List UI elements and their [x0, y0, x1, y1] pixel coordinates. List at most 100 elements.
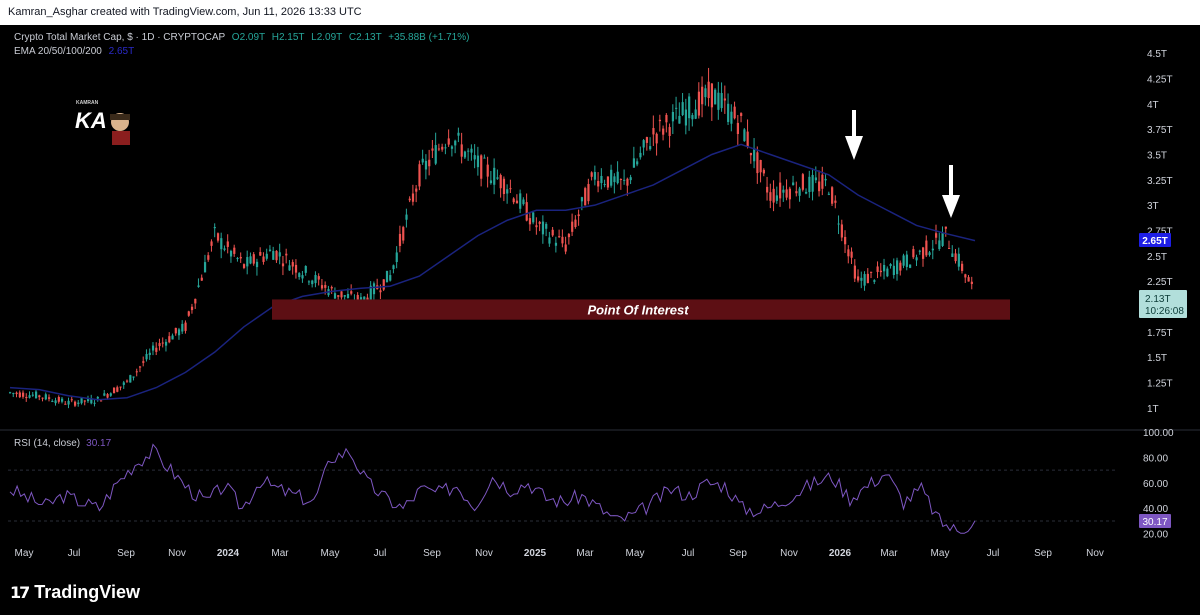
low-value: L2.09T	[311, 32, 343, 43]
candle-body	[125, 380, 129, 382]
y-tick-label: 4T	[1147, 100, 1159, 111]
candle-body	[447, 138, 450, 145]
candle-body	[515, 200, 519, 204]
candle-body	[970, 281, 973, 285]
candle-body	[632, 158, 636, 168]
candle-body	[220, 238, 223, 250]
candle-body	[405, 214, 408, 220]
rsi-line	[9, 443, 976, 534]
candle-body	[291, 262, 294, 267]
candle-body	[535, 225, 538, 228]
candle-body	[467, 150, 470, 152]
candle-body	[779, 182, 782, 199]
candle-body	[148, 352, 151, 355]
candle-body	[948, 247, 951, 249]
candle-body	[873, 280, 876, 282]
candle-body	[957, 253, 960, 267]
y-tick-label: 3T	[1147, 201, 1159, 212]
candle-body	[242, 264, 246, 268]
candle-body	[18, 392, 21, 398]
candle-body	[824, 178, 827, 181]
candle-body	[411, 193, 415, 202]
x-tick-label: Sep	[1034, 548, 1052, 559]
chart-svg[interactable]: May Jul Sep Nov 2024 Mar May Jul Sep Nov 2025 Mar Ma…	[0, 25, 1200, 570]
x-tick-label: Nov	[475, 548, 493, 559]
candle-body	[775, 195, 779, 201]
candle-body	[21, 392, 25, 397]
candle-body	[382, 279, 385, 290]
y-tick-label: 3.25T	[1147, 176, 1173, 187]
x-tick-label: Sep	[729, 548, 747, 559]
candle-body	[571, 221, 574, 232]
candle-body	[80, 398, 83, 404]
candle-body	[255, 261, 259, 268]
candle-body	[762, 169, 766, 174]
candle-body	[928, 252, 931, 255]
candle-body	[15, 392, 18, 395]
candle-body	[249, 256, 252, 264]
candle-body	[415, 188, 418, 192]
candle-body	[509, 188, 512, 190]
candle-body	[727, 103, 730, 122]
candle-body	[870, 271, 873, 273]
x-tick-label: Jul	[68, 548, 81, 559]
candle-body	[597, 181, 600, 187]
tradingview-logo[interactable]: 17 TradingView	[10, 582, 140, 603]
candle-body	[324, 285, 327, 288]
candle-body	[655, 133, 658, 144]
candle-body	[545, 223, 548, 229]
candle-body	[580, 197, 584, 202]
candle-body	[922, 247, 925, 259]
candle-body	[12, 392, 15, 394]
candle-body	[834, 200, 837, 203]
candle-body	[99, 400, 103, 402]
candle-body	[688, 96, 691, 119]
candle-body	[161, 342, 164, 344]
candle-body	[31, 394, 34, 396]
candle-body	[47, 397, 51, 399]
candle-body	[67, 400, 70, 405]
y-tick-label: 2.5T	[1147, 252, 1167, 263]
candle-body	[177, 329, 181, 336]
candle-body	[551, 229, 554, 236]
candle-body	[805, 191, 808, 194]
candle-body	[246, 257, 249, 267]
candle-body	[899, 262, 902, 271]
candle-body	[34, 391, 38, 399]
candle-body	[392, 265, 395, 270]
candle-body	[766, 186, 769, 193]
candle-body	[772, 188, 775, 203]
tradingview-wordmark: TradingView	[34, 582, 140, 602]
rsi-value: 30.17	[86, 438, 112, 449]
candle-body	[132, 376, 135, 378]
ema-line	[9, 143, 976, 401]
candle-body	[853, 265, 856, 279]
candle-body	[697, 91, 701, 116]
candle-body	[681, 102, 684, 116]
candle-body	[122, 382, 125, 385]
candle-body	[668, 127, 671, 136]
candle-body	[103, 393, 106, 396]
chart-legend: Crypto Total Market Cap, $ · 1D · CRYPTO…	[14, 31, 469, 59]
candle-body	[350, 291, 353, 294]
candle-body	[434, 145, 437, 164]
candle-body	[606, 176, 610, 188]
candle-body	[285, 253, 288, 256]
candle-body	[454, 140, 457, 146]
candle-body	[665, 114, 668, 123]
candle-body	[785, 189, 788, 198]
candle-body	[184, 322, 187, 331]
candle-body	[743, 129, 746, 142]
candle-body	[629, 177, 632, 181]
candle-body	[561, 236, 564, 244]
rsi-value-tag: 30.17	[1139, 514, 1171, 528]
candle-body	[483, 157, 486, 159]
candle-body	[343, 295, 346, 297]
candle-body	[548, 237, 551, 244]
x-axis: May Jul Sep Nov 2024 Mar May Jul Sep Nov 2025 Mar Ma…	[15, 548, 1104, 559]
candle-body	[428, 159, 431, 167]
svg-text:2.13T: 2.13T	[1145, 294, 1171, 305]
candle-body	[489, 180, 493, 184]
candle-body	[317, 276, 320, 280]
candle-body	[171, 335, 174, 340]
